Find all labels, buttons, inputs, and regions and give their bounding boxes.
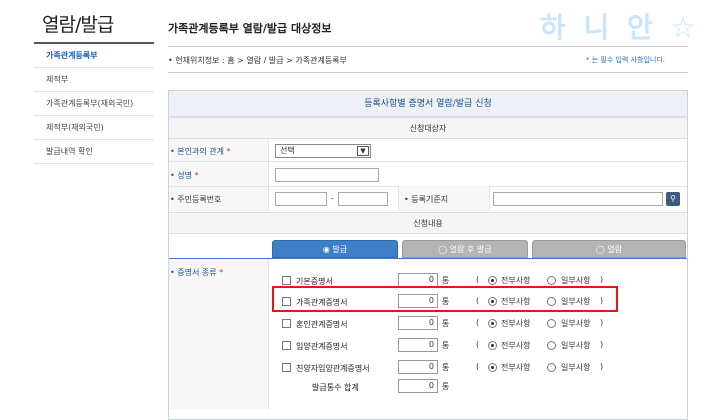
radio-full-marriage[interactable] [488,319,497,328]
section-content: 신청내용 [169,212,687,234]
rrn-front-input[interactable] [275,192,327,206]
paren-close: ) [600,362,604,371]
chevron-down-icon: ▼ [357,146,369,156]
opt-full-label: 전부사항 [501,363,531,372]
search-icon[interactable]: ⚲ [666,192,680,206]
watermark-text: 하 니 안 ☆ [540,11,700,44]
required-note: * 는 필수 입력 사항입니다. [586,56,666,64]
tab-view-then-issue[interactable]: ◯ 열람 후 발급 [402,240,528,258]
sidebar-item-issue-history[interactable]: 발급내역 확인 [34,140,154,164]
cert-unit: 통 [442,341,450,350]
sidebar-title: 열람/발급 [42,14,114,36]
paren-close: ) [600,318,604,327]
opt-partial-label: 일부사항 [561,341,591,350]
radio-partial-marriage[interactable] [547,319,556,328]
cert-type-label: • 증명서 종류 * [170,268,224,277]
radio-full-full-adoption[interactable] [488,363,497,372]
cert-count-marriage[interactable]: 0 [398,316,438,330]
opt-full-label: 전부사항 [501,319,531,328]
relation-select[interactable]: 선택 ▼ [275,144,371,158]
paren-open: ( [476,275,480,284]
cert-checkbox-adoption[interactable] [282,341,291,350]
base-input[interactable] [493,192,663,206]
base-label: • 등록기준지 [404,195,449,204]
radio-partial-full-adoption[interactable] [547,363,556,372]
tab-view[interactable]: ◯ 열람 [532,240,686,258]
cert-name-marriage: 혼인관계증명서 [296,320,348,329]
highlight-box [272,286,618,312]
paren-open: ( [476,340,480,349]
cert-checkbox-full-adoption[interactable] [282,363,291,372]
breadcrumb-divider [168,72,688,73]
opt-full-label: 전부사항 [501,276,531,285]
cert-checkbox-marriage[interactable] [282,319,291,328]
cert-checkbox-basic[interactable] [282,276,291,285]
opt-partial-label: 일부사항 [561,363,591,372]
sidebar-item-removed-register-overseas[interactable]: 제적부(재외국민) [34,116,154,140]
sidebar-item-family-register[interactable]: 가족관계등록부 [34,44,154,68]
paren-open: ( [476,318,480,327]
name-input[interactable] [275,168,379,182]
radio-full-basic[interactable] [488,276,497,285]
sidebar-item-family-register-overseas[interactable]: 가족관계등록부(재외국민) [34,92,154,116]
cert-name-full-adoption: 친양자입양관계증명서 [296,364,370,373]
cert-count-adoption[interactable]: 0 [398,338,438,352]
cert-unit: 통 [442,276,450,285]
rrn-label: • 주민등록번호 [170,195,222,204]
cert-count-basic[interactable]: 0 [398,273,438,287]
paren-open: ( [476,362,480,371]
rrn-back-input[interactable] [338,192,388,206]
section-applicant: 신청대상자 [169,117,687,139]
form-heading: 등록사항별 증명서 열람/발급 신청 [169,91,687,117]
label-column [169,259,269,409]
breadcrumb: • 현재위치정보 : 홈 > 열람 / 발급 > 가족관계등록부 [168,56,347,65]
relation-label: • 본인과의 관계 * [170,147,231,156]
cert-unit: 통 [442,319,450,328]
total-label: 발급통수 합계 [312,383,359,392]
name-label: • 성명 * [170,171,199,180]
total-count: 0 [398,379,438,393]
paren-close: ) [600,275,604,284]
opt-partial-label: 일부사항 [561,319,591,328]
total-unit: 통 [442,382,450,391]
radio-full-adoption[interactable] [488,341,497,350]
tab-issue[interactable]: ◉ 발급 [272,240,398,258]
paren-close: ) [600,340,604,349]
page-title: 가족관계등록부 열람/발급 대상정보 [168,22,332,35]
rrn-separator: - [331,194,334,203]
header-divider [168,46,688,47]
radio-partial-basic[interactable] [547,276,556,285]
cert-unit: 통 [442,363,450,372]
row-divider [169,161,687,162]
cert-name-adoption: 입양관계증명서 [296,342,348,351]
radio-partial-adoption[interactable] [547,341,556,350]
sidebar-item-removed-register[interactable]: 제적부 [34,68,154,92]
cert-count-full-adoption[interactable]: 0 [398,360,438,374]
opt-partial-label: 일부사항 [561,276,591,285]
opt-full-label: 전부사항 [501,341,531,350]
